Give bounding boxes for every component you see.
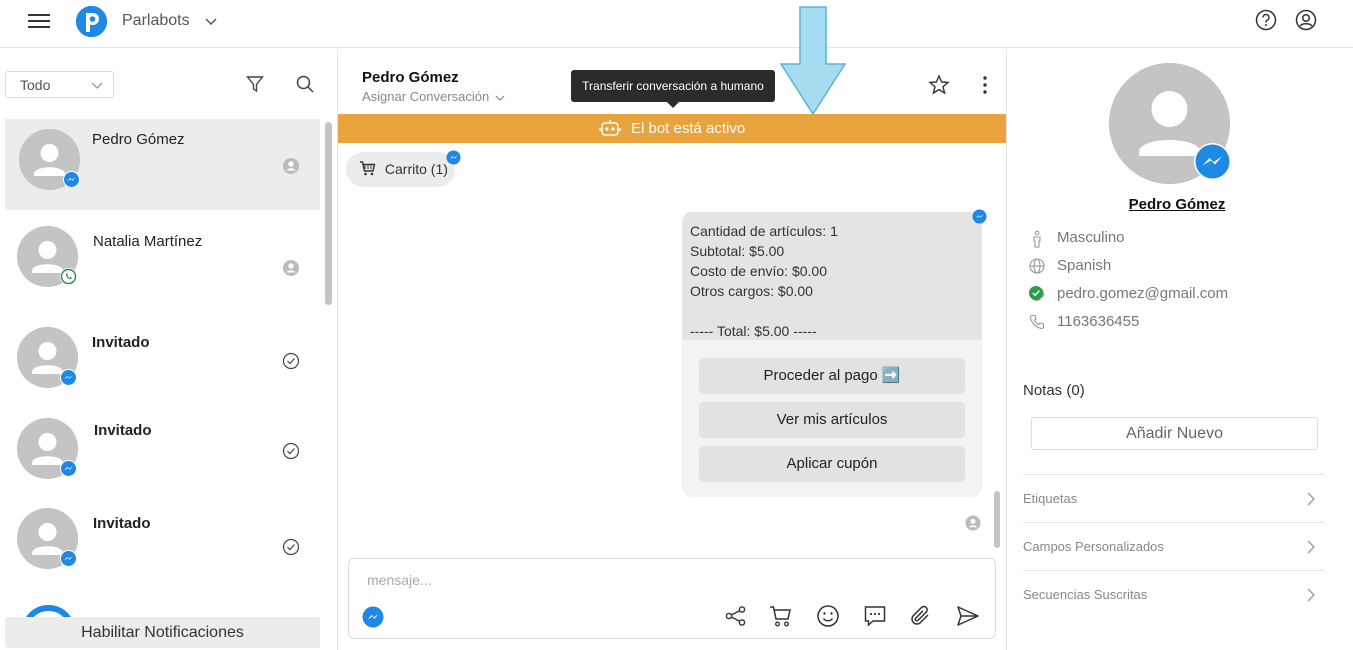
transfer-tooltip: Transferir conversación a humano xyxy=(571,70,775,108)
assign-conversation-dropdown[interactable]: Asignar Conversación xyxy=(362,89,505,104)
robot-icon xyxy=(599,119,621,136)
bot-active-banner[interactable]: El bot está activo xyxy=(338,114,1006,143)
send-icon[interactable] xyxy=(956,604,980,628)
notes-title: Notas (0) xyxy=(1023,382,1085,399)
flow-icon[interactable] xyxy=(724,604,748,628)
section-label: Secuencias Suscritas xyxy=(1023,587,1148,602)
messenger-icon xyxy=(1194,143,1231,180)
conversation-name: Pedro Gómez xyxy=(92,131,185,148)
messenger-icon xyxy=(60,550,77,567)
chevron-right-icon xyxy=(1307,588,1315,602)
cart-icon xyxy=(360,161,376,176)
check-circle-icon xyxy=(282,538,300,556)
chevron-down-icon xyxy=(495,95,505,101)
assigned-user-icon xyxy=(283,260,299,276)
gender-icon xyxy=(1033,230,1041,248)
emoji-icon[interactable] xyxy=(816,604,840,628)
message-line: ----- Total: $5.00 ----- xyxy=(690,323,817,339)
subscribed-sequences-section[interactable]: Secuencias Suscritas xyxy=(1023,570,1325,618)
chevron-down-icon xyxy=(91,82,103,89)
attachment-icon[interactable] xyxy=(909,604,933,628)
whatsapp-icon xyxy=(60,268,77,285)
cart-chip[interactable]: Carrito (1) xyxy=(346,152,455,187)
top-bar: Parlabots xyxy=(0,0,1353,48)
account-icon[interactable] xyxy=(1295,9,1317,31)
messenger-icon xyxy=(60,369,77,386)
workspace-name[interactable]: Parlabots xyxy=(122,12,190,30)
cart-icon[interactable] xyxy=(769,604,793,628)
conversation-name: Invitado xyxy=(94,422,152,439)
proceed-to-payment-button[interactable]: Proceder al pago ➡️ xyxy=(699,358,965,394)
apply-coupon-button[interactable]: Aplicar cupón xyxy=(699,446,965,482)
conversation-item[interactable]: Invitado xyxy=(5,319,320,410)
message-composer xyxy=(348,558,996,639)
conversation-list-panel: Todo Pedro Gómez Natalia Martínez Invita… xyxy=(0,49,338,650)
parlabots-logo xyxy=(76,6,107,37)
gender-value: Masculino xyxy=(1057,229,1125,246)
add-note-button[interactable]: Añadir Nuevo xyxy=(1031,417,1318,450)
chevron-right-icon xyxy=(1307,540,1315,554)
menu-icon[interactable] xyxy=(28,12,50,32)
sender-user-icon xyxy=(965,515,981,531)
quick-reply-icon[interactable] xyxy=(863,604,887,628)
conversation-name: Invitado xyxy=(92,334,150,351)
assign-label: Asignar Conversación xyxy=(362,89,490,104)
language-value: Spanish xyxy=(1057,257,1112,274)
conversation-item[interactable]: Natalia Martínez xyxy=(5,219,320,310)
conversation-name: Natalia Martínez xyxy=(93,233,203,250)
cart-chip-label: Carrito (1) xyxy=(384,161,448,177)
message-input[interactable] xyxy=(367,569,967,591)
conversation-filter-select[interactable]: Todo xyxy=(5,71,114,98)
more-options-icon[interactable] xyxy=(978,74,992,96)
conversation-item[interactable]: Invitado xyxy=(5,501,320,592)
profile-name[interactable]: Pedro Gómez xyxy=(1007,196,1347,213)
chat-panel: Pedro Gómez Asignar Conversación Transfe… xyxy=(338,6,1006,650)
section-label: Etiquetas xyxy=(1023,491,1078,506)
chevron-down-icon[interactable] xyxy=(204,14,218,28)
chevron-right-icon xyxy=(1307,492,1315,506)
arrow-down-annotation xyxy=(779,6,847,116)
messenger-icon xyxy=(60,460,77,477)
message-line: Subtotal: $5.00 xyxy=(690,243,785,259)
conversation-list-scrollbar[interactable] xyxy=(325,122,332,305)
verified-icon xyxy=(1029,286,1043,300)
phone-value: 1163636455 xyxy=(1057,313,1140,330)
contact-profile-panel: Pedro Gómez Masculino Spanish pedro.gome… xyxy=(1006,49,1353,650)
help-icon[interactable] xyxy=(1255,9,1277,31)
messenger-icon xyxy=(63,171,80,188)
message-line xyxy=(690,301,974,321)
tags-section[interactable]: Etiquetas xyxy=(1023,474,1325,522)
enable-notifications-button[interactable]: Habilitar Notificaciones xyxy=(5,617,320,648)
chat-contact-name: Pedro Gómez xyxy=(362,69,459,86)
section-label: Campos Personalizados xyxy=(1023,539,1164,554)
messenger-icon[interactable] xyxy=(362,606,384,628)
conversation-item[interactable]: Invitado xyxy=(5,409,320,500)
messenger-icon xyxy=(972,209,987,224)
custom-fields-section[interactable]: Campos Personalizados xyxy=(1023,522,1325,570)
check-circle-icon xyxy=(282,352,300,370)
message-line: Cantidad de artículos: 1 xyxy=(690,223,838,239)
email-value: pedro.gomez@gmail.com xyxy=(1057,285,1229,302)
message-line: Costo de envío: $0.00 xyxy=(690,263,827,279)
bot-banner-text: El bot está activo xyxy=(630,120,746,137)
message-line: Otros cargos: $0.00 xyxy=(690,283,813,299)
search-icon[interactable] xyxy=(296,75,314,93)
check-circle-icon xyxy=(282,442,300,460)
conversation-name: Invitado xyxy=(93,515,151,532)
view-items-button[interactable]: Ver mis artículos xyxy=(699,402,965,438)
assigned-user-icon xyxy=(283,158,299,174)
conversation-item[interactable]: Pedro Gómez xyxy=(5,119,320,210)
chat-scrollbar[interactable] xyxy=(994,491,1000,548)
globe-icon xyxy=(1029,258,1045,274)
phone-icon xyxy=(1029,314,1045,330)
cart-summary-message: Cantidad de artículos: 1 Subtotal: $5.00… xyxy=(682,212,982,497)
star-icon[interactable] xyxy=(928,74,950,96)
cart-summary-text: Cantidad de artículos: 1 Subtotal: $5.00… xyxy=(682,212,982,340)
messenger-icon xyxy=(446,150,461,165)
filter-value: Todo xyxy=(20,77,51,93)
filter-icon[interactable] xyxy=(246,75,264,93)
